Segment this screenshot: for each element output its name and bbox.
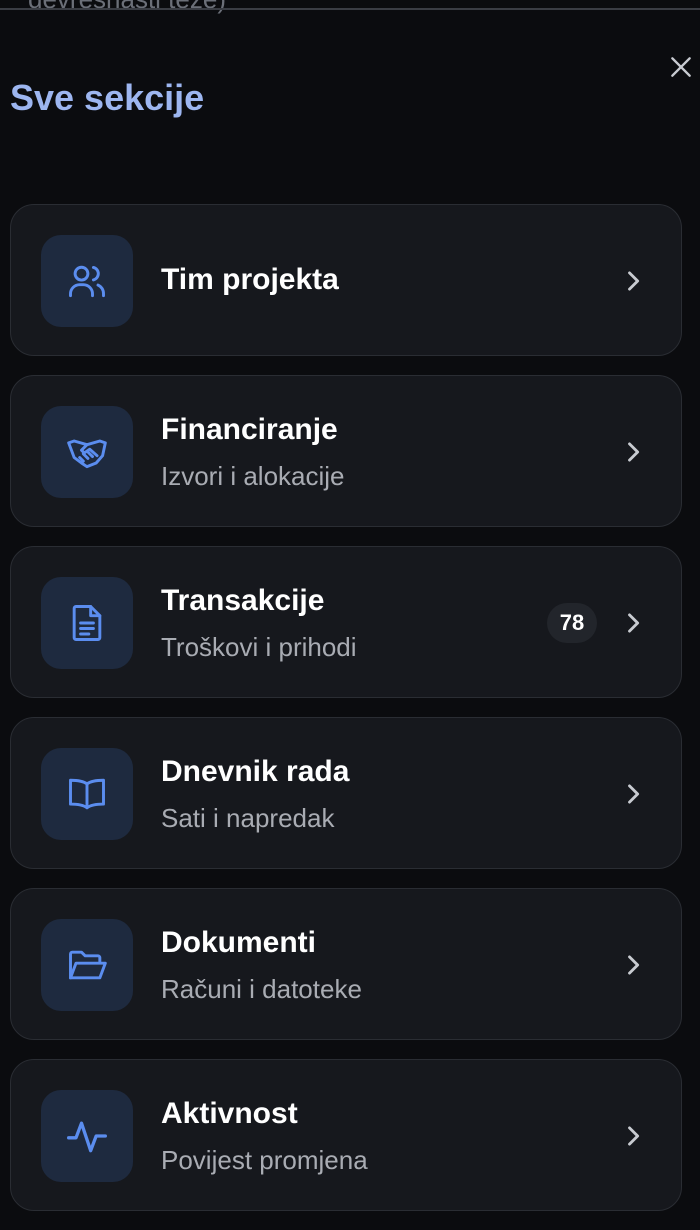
section-card-aktivnost[interactable]: Aktivnost Povijest promjena: [10, 1059, 682, 1211]
users-icon: [69, 265, 105, 298]
chevron-right-icon: [628, 955, 640, 975]
section-icon-box: [41, 577, 133, 669]
section-title: Dnevnik rada: [161, 755, 350, 788]
section-icon-box: [41, 1090, 133, 1182]
section-list: Tim projekta Financiranje Izvori i aloka…: [10, 204, 682, 1230]
chevron-right-icon: [628, 1126, 640, 1146]
handshake-icon: [67, 439, 107, 469]
book-open-icon: [69, 778, 105, 810]
section-title: Tim projekta: [161, 263, 339, 296]
activity-icon: [67, 1121, 107, 1153]
section-icon-box: [41, 235, 133, 327]
chevron-right-icon: [628, 784, 640, 804]
section-subtitle: Povijest promjena: [161, 1145, 368, 1175]
sheet-title: Sve sekcije: [10, 77, 205, 118]
section-icon-box: [41, 406, 133, 498]
section-card-dnevnik-rada[interactable]: Dnevnik rada Sati i napredak: [10, 717, 682, 869]
close-button[interactable]: [664, 50, 698, 84]
chevron-right-icon: [628, 271, 640, 291]
chevron-right-icon: [628, 613, 640, 633]
section-subtitle: Računi i datoteke: [161, 974, 362, 1004]
section-title: Dokumenti: [161, 926, 317, 959]
section-icon-box: [41, 919, 133, 1011]
section-title: Aktivnost: [161, 1097, 298, 1130]
sheet-top-divider: [0, 8, 700, 10]
section-title: Financiranje: [161, 413, 338, 446]
chevron-right-icon: [628, 442, 640, 462]
document-icon: [72, 605, 102, 641]
section-subtitle: Izvori i alokacije: [161, 461, 345, 491]
section-icon-box: [41, 748, 133, 840]
close-icon: [671, 57, 691, 77]
section-card-tim-projekta[interactable]: Tim projekta: [10, 204, 682, 356]
folder-open-icon: [69, 950, 107, 980]
cut-off-background-text: devrésnasti teze): [28, 0, 226, 12]
section-card-financiranje[interactable]: Financiranje Izvori i alokacije: [10, 375, 682, 527]
section-card-transakcije[interactable]: Transakcije Troškovi i prihodi 78: [10, 546, 682, 698]
count-badge: 78: [547, 603, 597, 643]
section-title: Transakcije: [161, 584, 325, 617]
section-card-dokumenti[interactable]: Dokumenti Računi i datoteke: [10, 888, 682, 1040]
section-subtitle: Troškovi i prihodi: [161, 632, 357, 662]
section-subtitle: Sati i napredak: [161, 803, 335, 833]
